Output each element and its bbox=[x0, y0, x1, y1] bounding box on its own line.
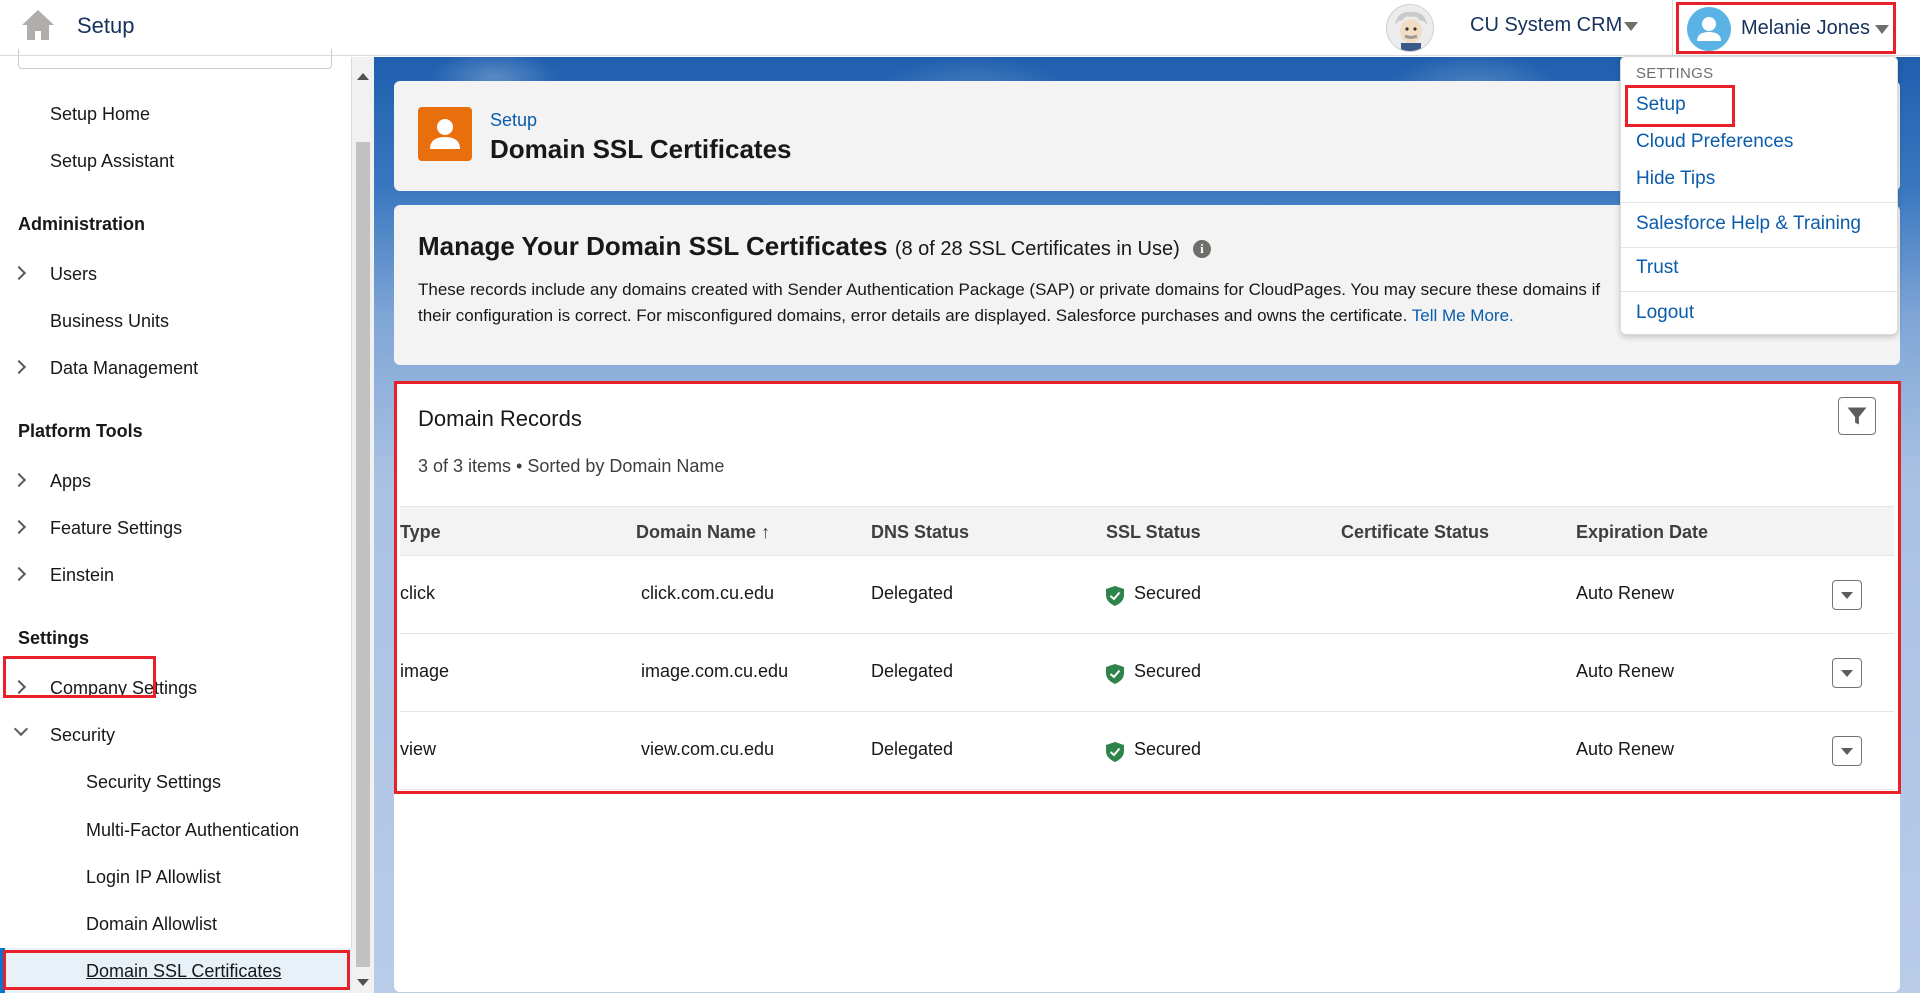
sidebar-item-setup-assistant[interactable]: Setup Assistant bbox=[50, 151, 174, 172]
header-divider bbox=[1672, 0, 1673, 56]
sidebar-item-security-settings[interactable]: Security Settings bbox=[86, 772, 221, 793]
sidebar-section-platform-tools: Platform Tools bbox=[18, 421, 143, 441]
description: These records include any domains create… bbox=[418, 277, 1618, 329]
tell-me-more-link[interactable]: Tell Me More. bbox=[1412, 306, 1514, 325]
sidebar-item-feature-settings[interactable]: Feature Settings bbox=[50, 518, 182, 539]
einstein-avatar-icon bbox=[1386, 4, 1434, 52]
domain-ssl-highlight-box bbox=[3, 950, 350, 990]
user-menu-button[interactable]: Melanie Jones bbox=[1676, 2, 1896, 54]
info-icon[interactable]: i bbox=[1192, 240, 1211, 258]
chevron-right-icon[interactable] bbox=[11, 472, 27, 488]
user-page-icon bbox=[418, 107, 472, 161]
sidebar-section-settings: Settings bbox=[18, 628, 90, 648]
user-chevron-down-icon bbox=[1875, 25, 1889, 34]
menu-separator bbox=[1621, 247, 1897, 248]
sidebar-item-users[interactable]: Users bbox=[50, 264, 97, 285]
menu-item-cloud-preferences[interactable]: Cloud Preferences bbox=[1636, 131, 1793, 153]
user-name: Melanie Jones bbox=[1741, 17, 1870, 39]
org-switcher[interactable]: CU System CRM bbox=[1470, 14, 1622, 37]
sidebar-item-data-management[interactable]: Data Management bbox=[50, 358, 198, 379]
user-avatar-icon bbox=[1687, 7, 1731, 51]
sidebar-item-mfa[interactable]: Multi-Factor Authentication bbox=[86, 820, 299, 841]
sidebar-item-business-units[interactable]: Business Units bbox=[50, 311, 169, 332]
menu-separator bbox=[1621, 202, 1897, 203]
setup-highlight-box bbox=[1625, 85, 1735, 127]
chevron-right-icon[interactable] bbox=[11, 265, 27, 281]
manage-title: Manage Your Domain SSL Certificates bbox=[418, 231, 888, 261]
menu-item-logout[interactable]: Logout bbox=[1636, 302, 1694, 324]
org-chevron-down-icon[interactable] bbox=[1624, 22, 1638, 31]
sidebar-item-login-ip-allowlist[interactable]: Login IP Allowlist bbox=[86, 867, 221, 888]
chevron-right-icon[interactable] bbox=[11, 519, 27, 535]
setup-sidebar: Setup Home Setup Assistant Administratio… bbox=[0, 49, 352, 993]
domain-records-highlight-box bbox=[394, 381, 1901, 794]
dropdown-section-settings: SETTINGS bbox=[1636, 65, 1714, 82]
scroll-thumb[interactable] bbox=[356, 142, 370, 967]
chevron-right-icon[interactable] bbox=[11, 359, 27, 375]
menu-item-help-training[interactable]: Salesforce Help & Training bbox=[1636, 213, 1861, 235]
menu-separator bbox=[1621, 291, 1897, 292]
scroll-up-arrow-icon[interactable] bbox=[357, 73, 369, 80]
sidebar-item-apps[interactable]: Apps bbox=[50, 471, 91, 492]
sidebar-item-setup-home[interactable]: Setup Home bbox=[50, 104, 150, 125]
home-icon[interactable] bbox=[20, 8, 56, 42]
quick-find-input[interactable] bbox=[18, 49, 332, 69]
breadcrumb[interactable]: Setup bbox=[490, 110, 537, 131]
certificate-usage-count: (8 of 28 SSL Certificates in Use) bbox=[894, 238, 1180, 260]
sidebar-item-einstein[interactable]: Einstein bbox=[50, 565, 114, 586]
sidebar-item-security[interactable]: Security bbox=[50, 725, 115, 746]
sidebar-section-administration: Administration bbox=[18, 214, 146, 234]
app-title[interactable]: Setup bbox=[77, 13, 135, 39]
sidebar-item-domain-allowlist[interactable]: Domain Allowlist bbox=[86, 914, 217, 935]
manage-heading: Manage Your Domain SSL Certificates (8 o… bbox=[418, 231, 1211, 262]
chevron-right-icon[interactable] bbox=[11, 566, 27, 582]
chevron-down-icon[interactable] bbox=[13, 721, 29, 737]
scroll-down-arrow-icon[interactable] bbox=[357, 979, 369, 986]
user-settings-dropdown: SETTINGS Setup Cloud Preferences Hide Ti… bbox=[1620, 56, 1898, 335]
page-title: Domain SSL Certificates bbox=[490, 134, 792, 164]
menu-item-hide-tips[interactable]: Hide Tips bbox=[1636, 168, 1715, 190]
sidebar-scrollbar[interactable] bbox=[352, 57, 374, 993]
global-header: Setup CU System CRM Melanie Jones bbox=[0, 0, 1920, 56]
security-highlight-box bbox=[3, 656, 156, 698]
menu-item-trust[interactable]: Trust bbox=[1636, 257, 1679, 279]
